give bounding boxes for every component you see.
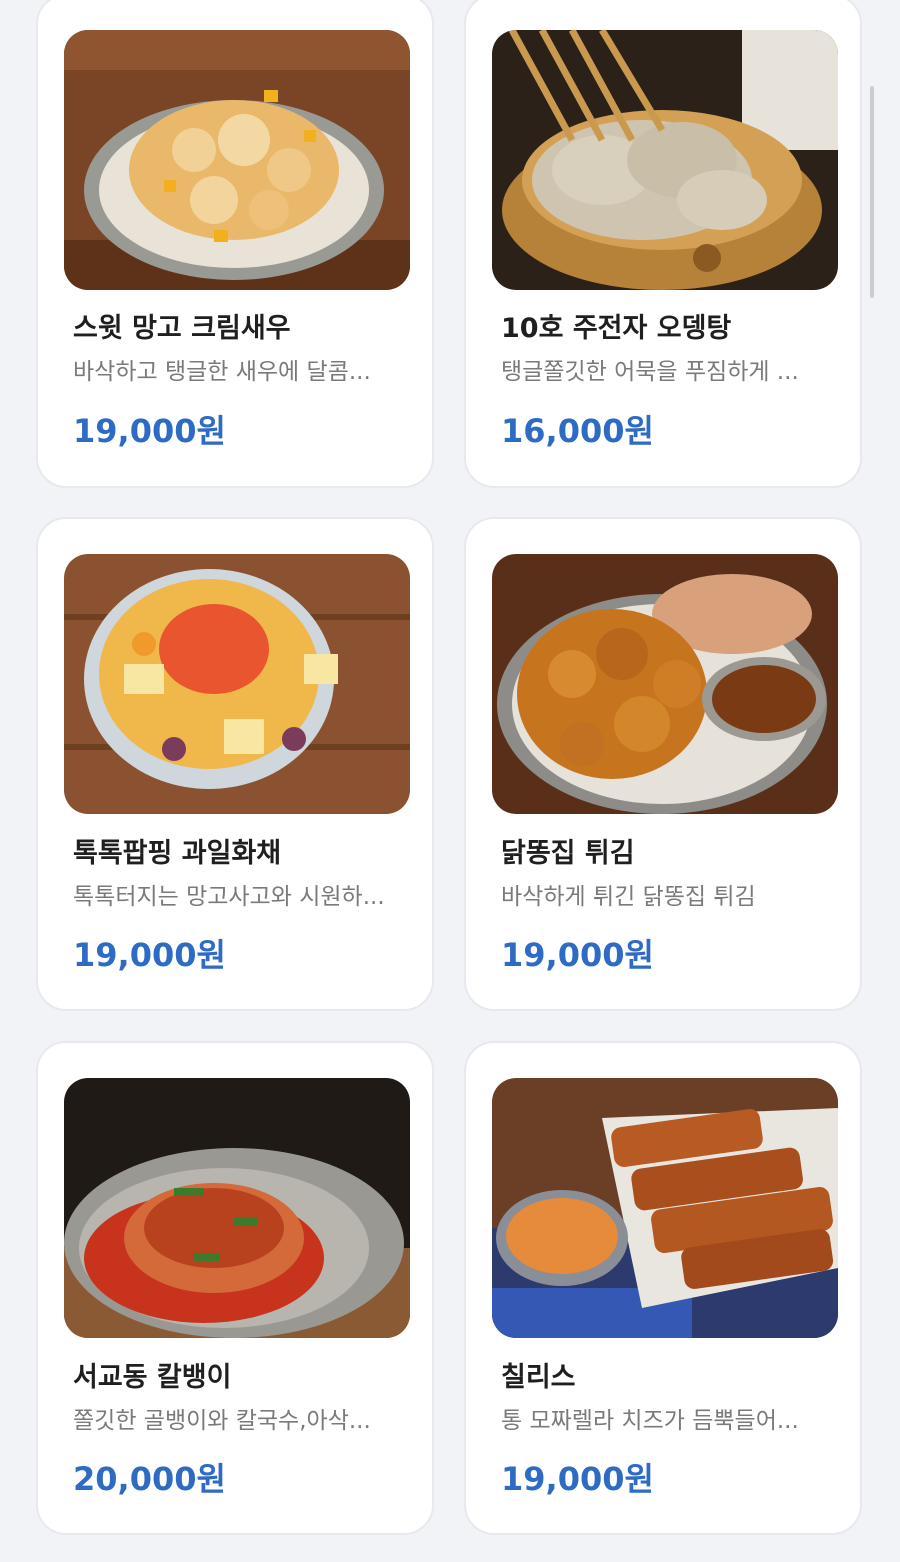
menu-item-name: 톡톡팝핑 과일화채	[73, 838, 282, 869]
menu-item-price: 19,000원	[73, 936, 226, 974]
menu-item-name: 서교동 칼뱅이	[73, 1362, 232, 1393]
menu-card[interactable]: 서교동 칼뱅이 쫄깃한 골뱅이와 칼국수,아삭... 20,000원	[36, 1041, 434, 1535]
cheese-sticks-photo	[492, 1078, 838, 1338]
fruit-punch-photo	[64, 554, 410, 814]
menu-item-description: 바삭하고 탱글한 새우에 달콤...	[73, 359, 371, 385]
menu-item-description: 탱글쫄깃한 어묵을 푸짐하게 ...	[501, 359, 799, 385]
menu-item-name: 닭똥집 튀김	[501, 838, 635, 869]
menu-item-price: 16,000원	[501, 412, 654, 450]
scrollbar[interactable]	[870, 86, 874, 298]
menu-item-price: 19,000원	[501, 936, 654, 974]
menu-item-description: 톡톡터지는 망고사고와 시원하...	[73, 884, 385, 910]
menu-item-price: 19,000원	[501, 1460, 654, 1498]
menu-item-name: 10호 주전자 오뎅탕	[501, 313, 732, 344]
fishcake-soup-photo	[492, 30, 838, 290]
menu-grid: 스윗 망고 크림새우 바삭하고 탱글한 새우에 달콤... 19,000원 10…	[0, 0, 900, 1562]
fried-gizzard-photo	[492, 554, 838, 814]
menu-card[interactable]: 10호 주전자 오뎅탕 탱글쫄깃한 어묵을 푸짐하게 ... 16,000원	[464, 0, 862, 488]
menu-card[interactable]: 닭똥집 튀김 바삭하게 튀긴 닭똥집 튀김 19,000원	[464, 517, 862, 1011]
menu-item-price: 19,000원	[73, 412, 226, 450]
spicy-sea-snail-noodle-photo	[64, 1078, 410, 1338]
fried-shrimp-mango-photo	[64, 30, 410, 290]
menu-item-name: 스윗 망고 크림새우	[73, 313, 291, 344]
menu-item-name: 칠리스	[501, 1362, 576, 1393]
menu-item-description: 통 모짜렐라 치즈가 듬뿍들어...	[501, 1408, 799, 1434]
menu-card[interactable]: 스윗 망고 크림새우 바삭하고 탱글한 새우에 달콤... 19,000원	[36, 0, 434, 488]
menu-item-price: 20,000원	[73, 1460, 226, 1498]
menu-card[interactable]: 칠리스 통 모짜렐라 치즈가 듬뿍들어... 19,000원	[464, 1041, 862, 1535]
menu-item-description: 쫄깃한 골뱅이와 칼국수,아삭...	[73, 1408, 371, 1434]
menu-item-description: 바삭하게 튀긴 닭똥집 튀김	[501, 884, 756, 910]
menu-card[interactable]: 톡톡팝핑 과일화채 톡톡터지는 망고사고와 시원하... 19,000원	[36, 517, 434, 1011]
